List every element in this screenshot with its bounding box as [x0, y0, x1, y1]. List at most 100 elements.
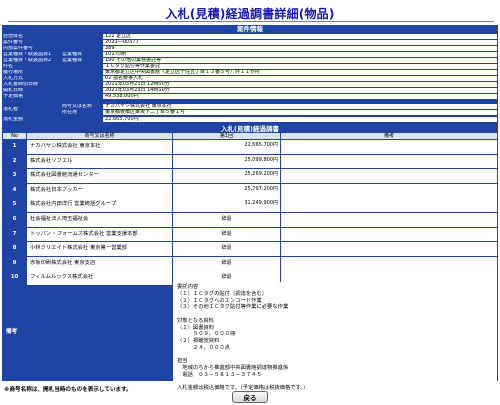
bid-remarks-cell — [281, 169, 497, 183]
case-info-heading: 案件情報 — [237, 25, 263, 33]
bid-company-name: 株式会社日本ブッカー — [27, 183, 172, 198]
title-divider — [8, 21, 494, 22]
bid-table-row: 5 株式会社内田洋行 営業統括グループ 31,249,900円 — [2, 198, 498, 213]
winner-name-value: ナカバヤシ株式会社 東京本社 — [103, 104, 497, 110]
remarks-line: 電話 ０３－５８１３－３７４５ — [177, 371, 262, 378]
remarks-line: （１）ＩＣタグの貼付（調達を含む） — [177, 290, 268, 297]
case-info-label: 予定価格 — [3, 94, 24, 99]
case-info-value: 190 その他の業務委託等 — [103, 58, 497, 64]
case-info-label: 履行場所 — [3, 70, 24, 75]
case-info-label: 内部案件番号 — [3, 46, 34, 51]
case-info-sublabel: 営業種目 — [62, 58, 83, 63]
bid-remarks-cell — [281, 227, 497, 242]
page-title: 入札(見積)経過調書詳細(物品) — [165, 7, 335, 21]
bid-company-name: 小林クリエイト株式会社 東京第一営業部 — [27, 242, 172, 256]
bid-amount-cell: 辞退 — [173, 256, 280, 271]
case-info-sublabel: 営業種目 — [62, 52, 83, 57]
bid-amount-cell: 辞退 — [173, 213, 280, 227]
remarks-line — [177, 352, 493, 359]
bid-row-number: 2 — [12, 157, 17, 164]
bid-amount-cell: 辞退 — [173, 227, 280, 242]
bid-remarks-cell — [281, 154, 497, 169]
col-remarks-header: 備考 — [281, 133, 497, 139]
case-info-label: 案件番号 — [3, 40, 24, 45]
contract-row: 落札金額 22,665,700円 — [2, 117, 498, 123]
bid-row-number: 9 — [12, 259, 17, 266]
case-info-value: 49,538,000円 — [103, 94, 497, 100]
case-info-label: 開札日時 — [3, 88, 24, 93]
bid-amount: 25,269,200円 — [244, 171, 278, 178]
case-info-value: 2021―00377 — [103, 40, 497, 46]
bid-status: 辞退 — [221, 230, 232, 237]
bid-row-number: 5 — [12, 201, 17, 208]
case-info-row: 履行場所 東京都足立区中央図書館（足立区千住五丁目１３番５号）外１１か所 — [2, 70, 498, 76]
bid-status: 辞退 — [221, 245, 232, 252]
bid-table-row: 8 小林クリエイト株式会社 東京第一営業部 辞退 — [2, 242, 498, 257]
case-info-value: 101 印刷 — [103, 52, 497, 58]
case-info-row: 案件番号 2021―00377 — [2, 40, 498, 46]
remarks-line: （２）視聴覚資料 — [177, 338, 220, 344]
remarks-line: ５０９，０００冊 — [177, 331, 236, 338]
bid-remarks-cell — [281, 140, 497, 154]
bid-remarks-cell — [281, 183, 497, 198]
contract-label: 落札金額 — [3, 117, 24, 122]
case-info-row: 自治体名 121 足立区 — [2, 34, 498, 40]
case-info-label: 入札方式 — [3, 76, 24, 81]
winner-address-value: 東京都板橋区東坂下二丁目５番１号 — [103, 110, 497, 116]
bid-amount-cell: 25,797,200円 — [173, 183, 280, 198]
bid-amount: 25,797,200円 — [244, 185, 278, 192]
winner-row: 落札者 商号又は名称 ナカバヤシ株式会社 東京本社 所在地 東京都板橋区東坂下二… — [2, 104, 498, 117]
bid-amount: 31,249,900円 — [244, 200, 278, 207]
winner-address-label: 所在地 — [62, 110, 78, 115]
bid-row-number: 4 — [12, 186, 17, 193]
bid-amount: 25,099,800円 — [244, 156, 278, 163]
bid-company-name: 赤坂印刷株式会社 東京支店 — [27, 256, 172, 271]
remarks-line: （３）その他ＩＣタグ貼付等作業に必要な作業 — [177, 304, 289, 311]
case-info-value: ＩＣタグ貼付等作業委託 — [103, 64, 497, 70]
bid-row-number: 7 — [12, 230, 17, 237]
case-info-row: 内部案件番号 389 — [2, 46, 498, 52]
case-info-value: 121 足立区 — [103, 34, 497, 40]
bid-table-row: 7 トッパン・フォームズ株式会社 営業支援本部 辞退 — [2, 227, 498, 243]
bid-company-name: 社会福祉法人埼玉福祉会 — [27, 213, 172, 227]
bid-amount-cell: 25,269,200円 — [173, 169, 280, 183]
case-info-row: 開札日時 2021年03月23日 14時10分 — [2, 88, 498, 94]
footnote: ※商号名称は、開札当時のものを表示しています。 — [4, 387, 132, 393]
bid-amount-cell: 25,099,800円 — [173, 154, 280, 169]
winner-name-label: 商号又は名称 — [62, 104, 93, 109]
case-info-label: 件名 — [3, 64, 14, 69]
bid-row-number: 3 — [12, 172, 17, 179]
bid-status: 辞退 — [221, 259, 232, 266]
case-info-value: 02 指名競争入札 — [103, 76, 497, 82]
bid-row-number: 6 — [12, 216, 17, 222]
case-info-value: 2021年03月23日 14時10分 — [103, 88, 497, 94]
contract-value: 22,665,700円 — [103, 117, 497, 123]
bid-table-row: 3 株式会社図書館流通センター 25,269,200円 — [2, 169, 498, 184]
bid-amount-cell: 辞退 — [173, 242, 280, 256]
bid-company-name: ナカバヤシ株式会社 東京本社 — [27, 140, 172, 154]
case-info-label: 自治体名 — [3, 34, 24, 39]
remarks-line: 委託内容 — [177, 284, 199, 290]
case-info-row: 営業種目・取扱品目2 営業種目 190 その他の業務委託等 — [2, 58, 498, 64]
bid-table-row: 2 株式会社ソフエル 25,099,800円 — [2, 154, 498, 170]
case-info-row: 件名 ＩＣタグ貼付等作業委託 — [2, 64, 498, 70]
remarks-line: 入札金額は税込価格です。（予定価格は税抜価格です。） — [177, 385, 309, 392]
remarks-line: ２４，０００点 — [177, 344, 230, 351]
case-info-value: 東京都足立区中央図書館（足立区千住五丁目１３番５号）外１１か所 — [103, 70, 497, 76]
case-info-row: 営業種目・取扱品目1 営業種目 101 印刷 — [2, 52, 498, 58]
bid-company-name: 株式会社内田洋行 営業統括グループ — [27, 198, 172, 213]
detail-panel: 案件情報 自治体名 121 足立区 案件番号 2021―00377 内部案件番号 389 営… — [2, 25, 498, 391]
bid-company-name: 株式会社図書館流通センター — [27, 169, 172, 183]
case-info-row: 予定価格 49,538,000円 — [2, 94, 498, 100]
col-round1-header: 第1回 — [173, 133, 280, 139]
col-no-header: No — [3, 133, 26, 139]
back-button[interactable]: 戻る — [232, 391, 268, 403]
case-info-row: 入札書締切日時 2021年03月23日 12時00分 — [2, 82, 498, 88]
bid-remarks-cell — [281, 213, 497, 227]
bid-table-row: 1 ナカバヤシ株式会社 東京本社 22,665,700円 — [2, 140, 498, 155]
remarks-line: 地域のちから推進部中央図書館調達物推進係 — [177, 365, 289, 371]
bid-amount: 22,665,700円 — [244, 142, 278, 148]
bid-remarks-cell — [281, 256, 497, 271]
bid-status: 辞退 — [221, 216, 232, 222]
remarks-line: 対象となる資料 — [177, 317, 214, 324]
